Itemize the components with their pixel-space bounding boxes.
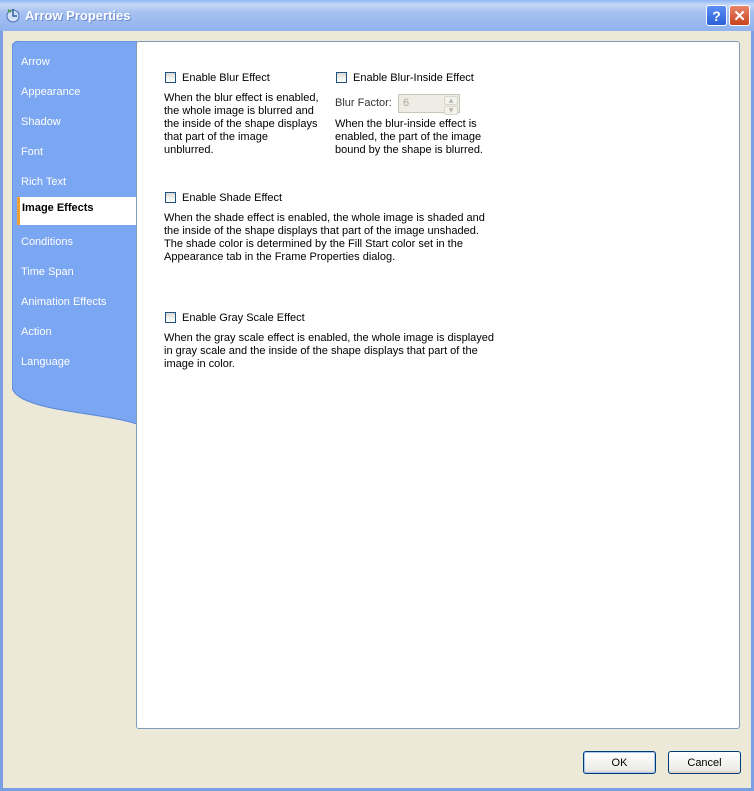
shade-effect-checkbox[interactable] [165,192,176,203]
sidebar-item-label: Rich Text [21,176,67,188]
blur-factor-value: 6 [403,97,410,109]
sidebar-item-label: Action [21,326,52,338]
window-title: Arrow Properties [25,8,131,23]
sidebar-item-rich-text[interactable]: Rich Text [21,173,66,191]
sidebar-item-shadow[interactable]: Shadow [21,113,61,131]
sidebar-item-arrow[interactable]: Arrow [21,53,50,71]
shade-effect-description: When the shade effect is enabled, the wh… [164,212,485,263]
blur-effect-checkbox[interactable] [165,72,176,83]
blur-effect-label[interactable]: Enable Blur Effect [182,72,270,85]
spin-down-icon[interactable]: ▼ [444,106,458,115]
help-button[interactable]: ? [706,5,727,26]
blur-factor-label: Blur Factor: [335,97,392,109]
sidebar-nav: Arrow Appearance Shadow Font Rich Text C… [12,41,137,425]
blur-factor-spinner[interactable]: 6 ▲ ▼ [398,94,460,115]
cancel-button[interactable]: Cancel [668,751,741,774]
help-icon: ? [712,7,721,24]
sidebar-item-label: Arrow [21,56,50,68]
image-effects-panel: Enable Blur Effect When the blur effect … [136,41,740,729]
blur-inside-description: When the blur-inside effect is enabled, … [335,118,483,156]
gray-scale-checkbox[interactable] [165,312,176,323]
sidebar-item-label: Appearance [21,86,81,98]
sidebar-item-appearance[interactable]: Appearance [21,83,80,101]
sidebar-item-action[interactable]: Action [21,323,52,341]
sidebar-item-time-span[interactable]: Time Span [21,263,74,281]
blur-inside-label[interactable]: Enable Blur-Inside Effect [353,72,474,85]
sidebar-item-label: Shadow [21,116,61,128]
sidebar-item-conditions[interactable]: Conditions [21,233,73,251]
blur-effect-description: When the blur effect is enabled, the who… [164,92,319,156]
sidebar-item-animation-effects[interactable]: Animation Effects [21,293,106,311]
sidebar-item-label: Animation Effects [21,296,107,308]
sidebar-item-label: Image Effects [22,202,94,214]
close-button[interactable]: ✕ [729,5,750,26]
shade-effect-label[interactable]: Enable Shade Effect [182,192,282,205]
sidebar-item-language[interactable]: Language [21,353,70,371]
gray-scale-label[interactable]: Enable Gray Scale Effect [182,312,305,325]
sidebar-item-image-effects[interactable]: Image Effects [17,197,137,225]
spin-up-icon[interactable]: ▲ [444,96,458,105]
blur-inside-checkbox[interactable] [336,72,347,83]
ok-button[interactable]: OK [583,751,656,774]
sidebar-item-label: Language [21,356,70,368]
sidebar-item-label: Conditions [21,236,73,248]
gray-scale-description: When the gray scale effect is enabled, t… [164,332,494,370]
title-bar[interactable]: Arrow Properties ? ✕ [0,0,754,32]
app-icon [5,7,21,23]
sidebar-item-label: Font [21,146,44,158]
sidebar-item-font[interactable]: Font [21,143,43,161]
sidebar-item-label: Time Span [21,266,74,278]
close-icon: ✕ [733,7,746,25]
